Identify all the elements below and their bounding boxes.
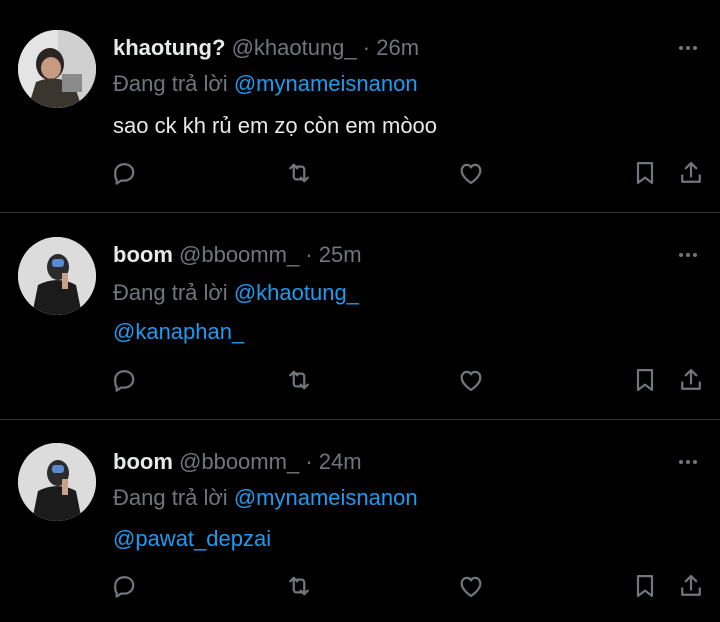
reply-prefix: Đang trả lời bbox=[113, 280, 228, 305]
bookmark-icon[interactable] bbox=[630, 571, 660, 601]
user-handle[interactable]: @khaotung_ bbox=[232, 35, 357, 60]
tweet-text: sao ck kh rủ em zọ còn em mòoo bbox=[113, 113, 438, 138]
retweet-icon[interactable] bbox=[284, 365, 314, 395]
retweet-icon[interactable] bbox=[284, 158, 314, 188]
avatar[interactable] bbox=[18, 30, 96, 108]
reply-to-link[interactable]: @mynameisnanon bbox=[234, 71, 418, 96]
bookmark-icon[interactable] bbox=[630, 158, 660, 188]
tweet-2[interactable]: boom @bboomm_ · 25m Đang trả lời @khaotu… bbox=[0, 213, 720, 420]
timestamp[interactable]: 25m bbox=[319, 242, 362, 267]
tweet-1[interactable]: khaotung? @khaotung_ · 26m Đang trả lời … bbox=[0, 0, 720, 213]
share-icon[interactable] bbox=[676, 365, 706, 395]
share-icon[interactable] bbox=[676, 158, 706, 188]
retweet-icon[interactable] bbox=[284, 571, 314, 601]
user-handle[interactable]: @bboomm_ bbox=[179, 449, 299, 474]
bookmark-icon[interactable] bbox=[630, 365, 660, 395]
user-handle[interactable]: @bboomm_ bbox=[179, 242, 299, 267]
separator-dot: · bbox=[305, 449, 313, 474]
reply-icon[interactable] bbox=[109, 571, 139, 601]
tweet-header: khaotung? @khaotung_ · 26m bbox=[113, 34, 419, 62]
mention-link[interactable]: @pawat_depzai bbox=[113, 525, 271, 553]
tweet-actions bbox=[0, 158, 720, 188]
heart-icon[interactable] bbox=[456, 365, 486, 395]
reply-prefix: Đang trả lời bbox=[113, 485, 228, 510]
separator-dot: · bbox=[305, 242, 313, 267]
reply-prefix: Đang trả lời bbox=[113, 71, 228, 96]
avatar-image bbox=[18, 30, 96, 108]
more-horizontal-icon[interactable] bbox=[674, 245, 702, 265]
display-name[interactable]: boom bbox=[113, 242, 173, 267]
separator-dot: · bbox=[362, 35, 371, 60]
share-icon[interactable] bbox=[676, 571, 706, 601]
tweet-3[interactable]: boom @bboomm_ · 24m Đang trả lời @myname… bbox=[0, 420, 720, 622]
timestamp[interactable]: 24m bbox=[319, 449, 362, 474]
heart-icon[interactable] bbox=[456, 571, 486, 601]
reply-to-link[interactable]: @mynameisnanon bbox=[234, 485, 418, 510]
reply-context: Đang trả lời @khaotung_ bbox=[113, 279, 359, 307]
mention-link[interactable]: @kanaphan_ bbox=[113, 318, 244, 346]
avatar-image bbox=[18, 443, 96, 521]
avatar[interactable] bbox=[18, 237, 96, 315]
reply-to-link[interactable]: @khaotung_ bbox=[234, 280, 359, 305]
reply-icon[interactable] bbox=[109, 365, 139, 395]
more-horizontal-icon[interactable] bbox=[674, 452, 702, 472]
timestamp[interactable]: 26m bbox=[376, 35, 419, 60]
display-name[interactable]: khaotung? bbox=[113, 35, 225, 60]
avatar[interactable] bbox=[18, 443, 96, 521]
tweet-actions bbox=[0, 365, 720, 395]
display-name[interactable]: boom bbox=[113, 449, 173, 474]
heart-icon[interactable] bbox=[456, 158, 486, 188]
reply-icon[interactable] bbox=[109, 158, 139, 188]
tweet-header: boom @bboomm_ · 24m bbox=[113, 448, 362, 476]
tweet-actions bbox=[0, 571, 720, 601]
tweet-header: boom @bboomm_ · 25m bbox=[113, 241, 362, 269]
reply-context: Đang trả lời @mynameisnanon bbox=[113, 484, 418, 512]
more-horizontal-icon[interactable] bbox=[674, 38, 702, 58]
avatar-image bbox=[18, 237, 96, 315]
reply-context: Đang trả lời @mynameisnanon bbox=[113, 70, 418, 98]
